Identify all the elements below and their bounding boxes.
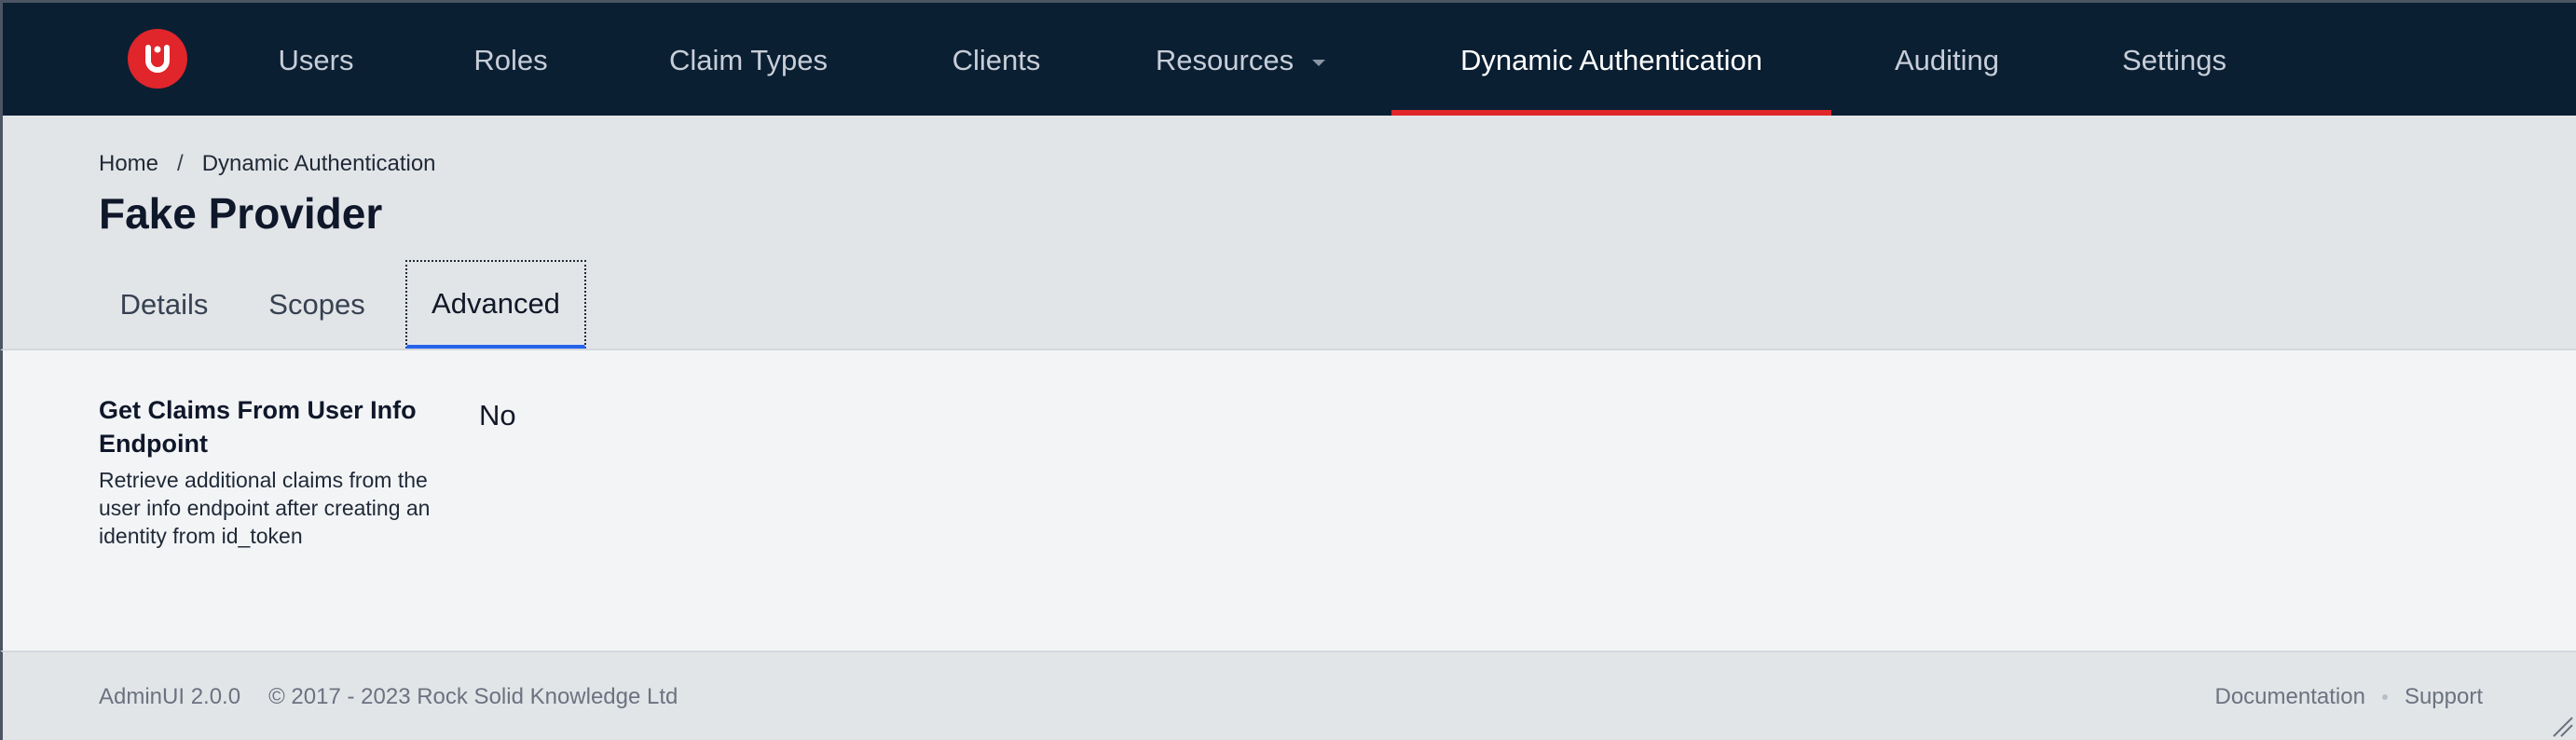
logo-glyph [145, 45, 170, 73]
documentation-link[interactable]: Documentation [2215, 684, 2365, 710]
nav-item-label: Users [278, 44, 354, 76]
nav-item-label: Claim Types [669, 44, 828, 76]
top-navigation: Users Roles Claim Types Clients Resource… [0, 0, 2576, 118]
breadcrumb-home-link[interactable]: Home [99, 151, 158, 177]
field-label: Get Claims From User Info Endpoint [99, 396, 417, 458]
footer: AdminUI 2.0.0 © 2017 - 2023 Rock Solid K… [0, 651, 2576, 740]
field-value: No [479, 399, 516, 432]
version-text: AdminUI 2.0.0 [99, 684, 241, 709]
nav-item-dynamic-authentication[interactable]: Dynamic Authentication [1391, 3, 1831, 118]
nav-item-claim-types[interactable]: Claim Types [642, 3, 855, 118]
nav-item-label: Clients [952, 44, 1041, 76]
nav-item-roles[interactable]: Roles [447, 3, 574, 118]
nav-item-label: Roles [473, 44, 548, 76]
page-title: Fake Provider [99, 189, 383, 238]
field-description: Retrieve additional claims from the user… [99, 468, 431, 548]
nav-item-auditing[interactable]: Auditing [1876, 3, 2018, 118]
nav-item-label: Resources [1155, 44, 1295, 76]
support-link[interactable]: Support [2405, 684, 2483, 710]
nav-item-settings[interactable]: Settings [2098, 3, 2251, 118]
nav-item-clients[interactable]: Clients [922, 3, 1071, 118]
nav-item-label: Auditing [1894, 44, 2000, 76]
nav-item-users[interactable]: Users [253, 3, 379, 118]
tab-details[interactable]: Details [99, 260, 229, 349]
breadcrumb: Home / Dynamic Authentication [99, 151, 436, 177]
footer-info: AdminUI 2.0.0 © 2017 - 2023 Rock Solid K… [99, 684, 678, 710]
separator-dot-icon [2381, 694, 2388, 700]
tab-label: Scopes [268, 287, 365, 321]
tab-scopes[interactable]: Scopes [252, 260, 382, 349]
copyright-text: © 2017 - 2023 Rock Solid Knowledge Ltd [268, 684, 678, 709]
footer-links: Documentation Support [2215, 684, 2484, 710]
advanced-settings-panel: Get Claims From User Info Endpoint Retri… [0, 350, 2576, 651]
tab-label: Advanced [432, 286, 560, 320]
breadcrumb-separator: / [177, 151, 184, 176]
tab-label: Details [119, 287, 209, 321]
page-header: Home / Dynamic Authentication Fake Provi… [0, 116, 2576, 350]
nav-item-label: Dynamic Authentication [1460, 44, 1762, 76]
breadcrumb-current: Dynamic Authentication [201, 151, 436, 176]
tab-advanced[interactable]: Advanced [405, 260, 586, 349]
chevron-down-icon [1312, 59, 1326, 66]
adminui-logo-icon[interactable] [128, 29, 187, 89]
nav-item-label: Settings [2121, 44, 2227, 76]
nav-item-resources[interactable]: Resources [1138, 3, 1343, 118]
resize-grip-icon[interactable] [2548, 712, 2574, 738]
